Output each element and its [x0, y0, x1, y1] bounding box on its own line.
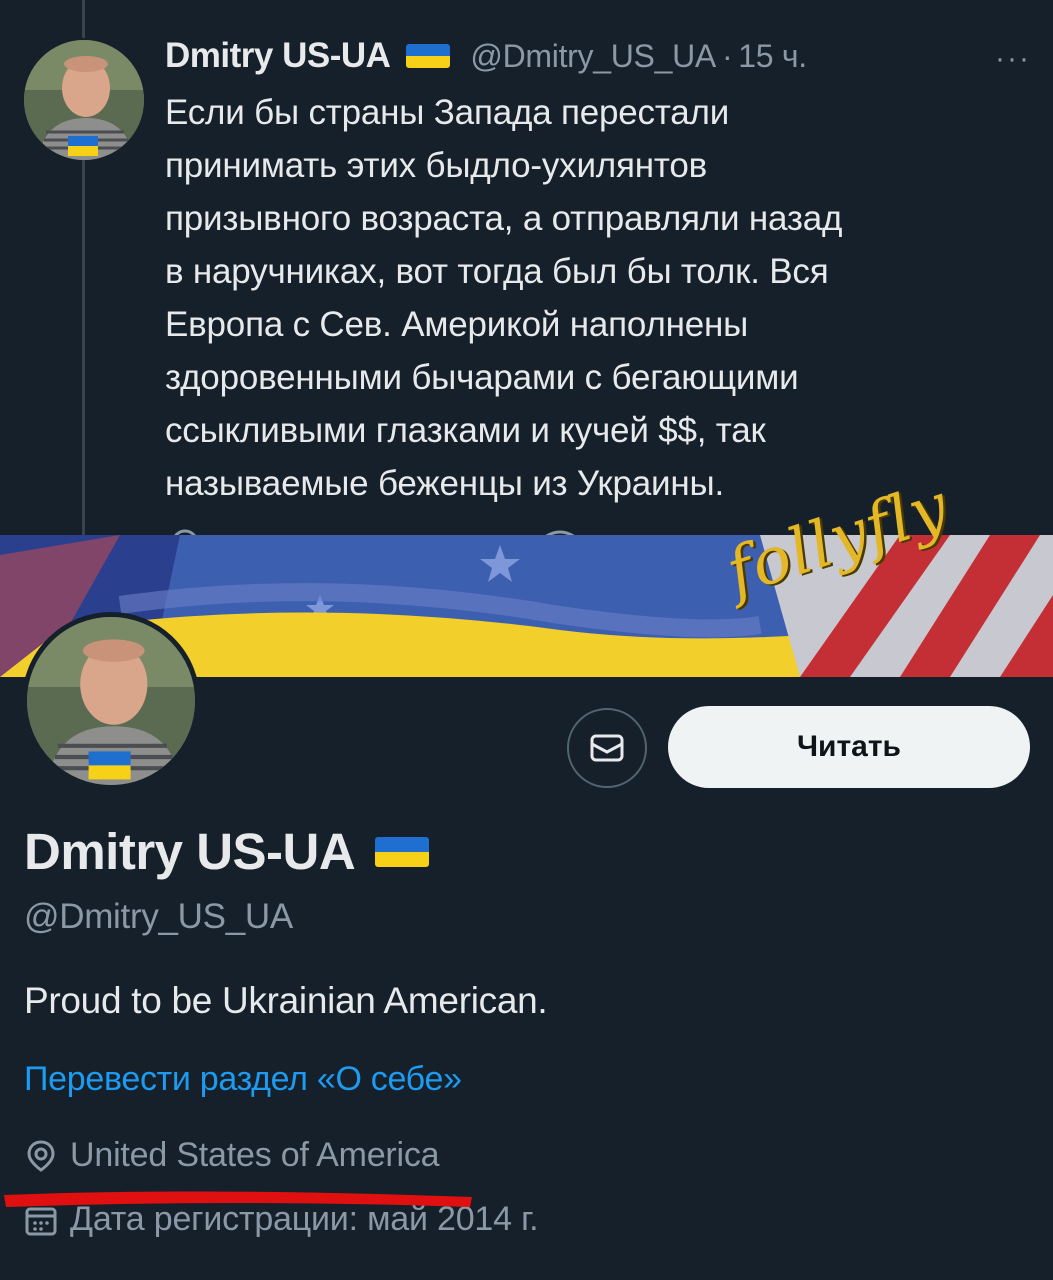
location-pin-icon	[27, 1139, 55, 1172]
avatar-photo	[24, 40, 144, 160]
timestamp[interactable]: 15 ч.	[738, 38, 807, 75]
avatar-photo	[27, 617, 195, 785]
profile-location: United States of America	[24, 1136, 440, 1175]
profile-name-row: Dmitry US-UA	[24, 822, 449, 881]
display-name[interactable]: Dmitry US-UA	[165, 36, 391, 76]
more-options-icon[interactable]: ···	[995, 42, 1031, 76]
tweet-header: Dmitry US-UA @Dmitry_US_UA · 15 ч.	[165, 34, 1035, 78]
ukraine-flag-icon	[406, 44, 451, 68]
handle[interactable]: @Dmitry_US_UA	[470, 38, 716, 75]
profile-bio: Proud to be Ukrainian American.	[24, 980, 548, 1021]
profile-handle: @Dmitry_US_UA	[24, 897, 293, 936]
avatar[interactable]	[24, 40, 144, 160]
thread-line	[82, 0, 85, 38]
red-underline-annotation	[4, 1191, 472, 1207]
location-text: United States of America	[70, 1136, 440, 1174]
follow-button[interactable]: Читать	[668, 706, 1030, 788]
translate-bio-link[interactable]: Перевести раздел «О себе»	[24, 1060, 462, 1099]
tweet[interactable]: Dmitry US-UA @Dmitry_US_UA · 15 ч. ··· Е…	[0, 0, 1053, 535]
meta-separator: ·	[721, 37, 733, 74]
profile-avatar[interactable]	[22, 612, 200, 790]
message-button[interactable]	[567, 708, 647, 788]
thread-line	[82, 158, 85, 535]
tweet-text: Если бы страны Запада перестали принимат…	[165, 93, 843, 503]
envelope-icon	[590, 734, 624, 762]
ukraine-flag-icon	[375, 836, 430, 867]
profile-display-name: Dmitry US-UA	[24, 823, 356, 880]
